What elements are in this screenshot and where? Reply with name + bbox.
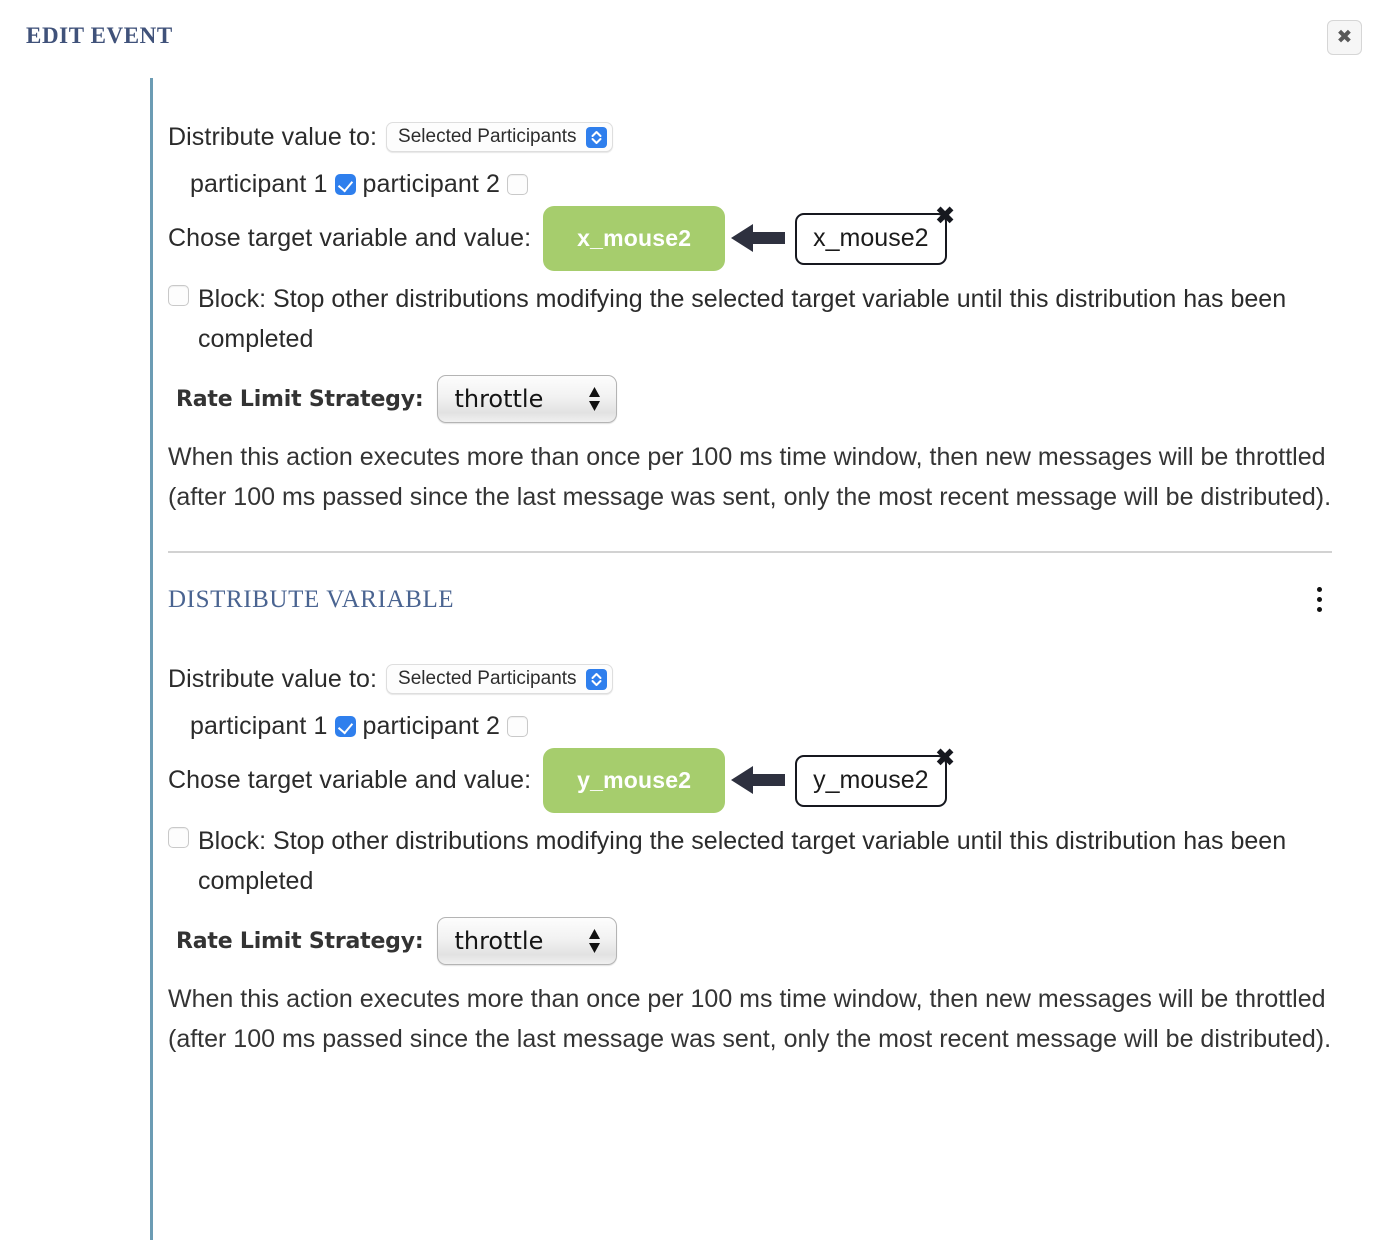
arrow-left-icon xyxy=(725,221,791,255)
target-variable-chip[interactable]: x_mouse2 xyxy=(543,205,726,271)
distribute-variable-section-1: Distribute value to: Selected Participan… xyxy=(168,122,1338,517)
target-variable-row: Chose target variable and value: x_mouse… xyxy=(168,199,1338,277)
participant-2-checkbox[interactable] xyxy=(507,174,528,195)
section-divider xyxy=(168,551,1332,553)
participant-1-label: participant 1 xyxy=(190,712,328,740)
chevron-up-down-icon xyxy=(585,126,607,148)
distribute-variable-section-2: DISTRIBUTE VARIABLE Distribute value to:… xyxy=(168,583,1338,1059)
section-header: DISTRIBUTE VARIABLE xyxy=(168,583,1332,616)
participant-1-checkbox[interactable] xyxy=(334,716,356,737)
block-checkbox[interactable] xyxy=(168,285,189,306)
kebab-dot xyxy=(1316,597,1322,602)
block-option-row: Block: Stop other distributions modifyin… xyxy=(168,821,1338,901)
sort-arrows-icon xyxy=(587,926,602,956)
target-variable-label: Chose target variable and value: xyxy=(168,765,532,794)
block-option-row: Block: Stop other distributions modifyin… xyxy=(168,279,1338,359)
remove-value-icon[interactable]: ✖ xyxy=(935,745,956,770)
panel-titlebar: EDIT EVENT ✖ xyxy=(0,0,1380,78)
rate-limit-select[interactable]: throttle xyxy=(437,375,618,423)
participant-checkbox-row: participant 1 participant 2 xyxy=(168,712,1338,741)
target-variable-chip[interactable]: y_mouse2 xyxy=(543,747,726,813)
edit-event-body: Distribute value to: Selected Participan… xyxy=(168,78,1338,1059)
section-title: DISTRIBUTE VARIABLE xyxy=(168,585,455,613)
participant-1-checkbox[interactable] xyxy=(334,174,356,195)
distribute-target-value: Selected Participants xyxy=(398,126,577,147)
block-label: Block: Stop other distributions modifyin… xyxy=(198,827,1287,895)
remove-value-icon[interactable]: ✖ xyxy=(935,203,956,228)
distribute-target-value: Selected Participants xyxy=(398,668,577,689)
block-label: Block: Stop other distributions modifyin… xyxy=(198,285,1287,353)
rate-limit-value: throttle xyxy=(454,927,544,955)
distribute-target-row: Distribute value to: Selected Participan… xyxy=(168,664,1338,694)
distribute-target-select[interactable]: Selected Participants xyxy=(386,122,613,152)
participant-2-checkbox[interactable] xyxy=(507,716,528,737)
kebab-dot xyxy=(1316,587,1322,592)
rate-limit-description: When this action executes more than once… xyxy=(168,443,1332,511)
close-icon[interactable]: ✖ xyxy=(1327,20,1362,55)
section-rail xyxy=(150,78,153,1240)
block-checkbox[interactable] xyxy=(168,827,189,848)
target-variable-row: Chose target variable and value: y_mouse… xyxy=(168,741,1338,819)
distribute-target-row: Distribute value to: Selected Participan… xyxy=(168,122,1338,152)
sort-arrows-icon xyxy=(587,384,602,414)
arrow-left-icon xyxy=(725,763,791,797)
distribute-label: Distribute value to: xyxy=(168,664,378,693)
rate-limit-row: Rate Limit Strategy: throttle xyxy=(168,917,1338,965)
kebab-menu-icon[interactable] xyxy=(1306,583,1332,616)
participant-checkbox-row: participant 1 participant 2 xyxy=(168,170,1338,199)
kebab-dot xyxy=(1316,607,1322,612)
rate-limit-row: Rate Limit Strategy: throttle xyxy=(168,375,1338,423)
participant-2-label: participant 2 xyxy=(362,170,500,198)
participant-2-label: participant 2 xyxy=(362,712,500,740)
distribute-label: Distribute value to: xyxy=(168,122,378,151)
target-value-box[interactable]: x_mouse2 xyxy=(795,212,947,265)
target-value-chip: x_mouse2 ✖ xyxy=(795,203,956,265)
chevron-up-down-icon xyxy=(585,668,607,690)
rate-limit-description: When this action executes more than once… xyxy=(168,985,1332,1053)
distribute-target-select[interactable]: Selected Participants xyxy=(386,664,613,694)
page-title: EDIT EVENT xyxy=(26,23,173,48)
rate-limit-label: Rate Limit Strategy: xyxy=(176,386,424,412)
target-value-box[interactable]: y_mouse2 xyxy=(795,754,947,807)
participant-1-label: participant 1 xyxy=(190,170,328,198)
rate-limit-select[interactable]: throttle xyxy=(437,917,618,965)
target-variable-label: Chose target variable and value: xyxy=(168,223,532,252)
target-value-chip: y_mouse2 ✖ xyxy=(795,745,956,807)
rate-limit-label: Rate Limit Strategy: xyxy=(176,928,424,954)
rate-limit-value: throttle xyxy=(454,385,544,413)
